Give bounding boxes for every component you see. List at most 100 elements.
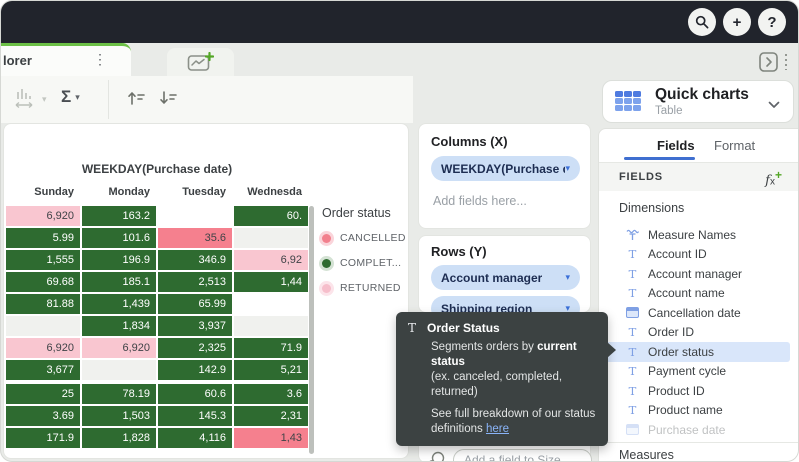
column-header[interactable]: Monday (82, 186, 156, 202)
search-button[interactable] (688, 8, 716, 36)
table-cell[interactable]: 81.88 (6, 294, 80, 314)
table-cell[interactable]: 1,43 (234, 428, 308, 448)
columns-drop-target[interactable]: Add fields here... (433, 194, 527, 208)
collapse-panel-button[interactable] (756, 50, 792, 74)
sort-descending-button[interactable] (158, 89, 178, 107)
table-cell[interactable] (158, 206, 232, 226)
table-cell[interactable] (234, 316, 308, 336)
dimension-item[interactable]: TProduct name (599, 401, 799, 421)
table-cell[interactable] (6, 316, 80, 336)
table-cell[interactable]: 142.9 (158, 360, 232, 380)
dimension-item[interactable]: TOrder ID (599, 323, 799, 343)
color-legend: Order status CANCELLEDCOMPLET...RETURNED (322, 206, 409, 307)
table-cell[interactable]: 4,116 (158, 428, 232, 448)
table-cell[interactable]: 5,21 (234, 360, 308, 380)
table-cell[interactable]: 78.19 (82, 384, 156, 404)
dimension-item[interactable]: TProduct ID (599, 381, 799, 401)
tab-explorer[interactable]: lorer ⋮ (0, 43, 131, 76)
legend-item[interactable]: RETURNED (322, 282, 409, 294)
table-cell[interactable]: 101.6 (82, 228, 156, 248)
table-cell[interactable]: 60.6 (158, 384, 232, 404)
table-cell[interactable] (234, 294, 308, 314)
tab-menu-icon[interactable]: ⋮ (93, 51, 107, 68)
chevron-down-icon[interactable]: ▾ (565, 163, 570, 174)
table-cell[interactable]: 35.6 (158, 228, 232, 248)
dimension-item[interactable]: TAccount name (599, 284, 799, 304)
fields-section-header: FIELDS fx+ (599, 163, 799, 191)
table-cell[interactable] (234, 228, 308, 248)
aggregate-button[interactable]: Σ ▾ (61, 87, 80, 107)
table-cell[interactable]: 2,31 (234, 406, 308, 426)
table-cell[interactable]: 25 (6, 384, 80, 404)
table-cell[interactable] (82, 360, 156, 380)
chart-type-picker[interactable]: Quick charts Table (602, 80, 794, 123)
dimension-item[interactable]: Purchase date (599, 420, 799, 440)
table-cell[interactable]: 163.2 (82, 206, 156, 226)
field-pill[interactable]: WEEKDAY(Purchase date)▾ (431, 156, 580, 181)
tab-format[interactable]: Format (714, 138, 755, 153)
dimension-item[interactable]: Measure Names (599, 225, 799, 245)
chevron-down-icon[interactable]: ▾ (565, 272, 570, 283)
table-cell[interactable]: 1,503 (82, 406, 156, 426)
column-header[interactable]: Wednesda (234, 186, 308, 202)
table-cell[interactable]: 185.1 (82, 272, 156, 292)
table-cell[interactable]: 145.3 (158, 406, 232, 426)
table-cell[interactable]: 1,834 (82, 316, 156, 336)
toolbar-divider (108, 80, 109, 119)
legend-item[interactable]: CANCELLED (322, 232, 409, 244)
table-cell[interactable]: 3.6 (234, 384, 308, 404)
table-cell[interactable]: 6,92 (234, 250, 308, 270)
table-cell[interactable]: 6,920 (6, 338, 80, 358)
new-chart-tab-button[interactable] (167, 48, 234, 76)
table-cell[interactable]: 196.9 (82, 250, 156, 270)
table-cell[interactable]: 60. (234, 206, 308, 226)
table-cell[interactable]: 3,937 (158, 316, 232, 336)
dimension-item[interactable]: TOrder status (605, 342, 790, 362)
column-header[interactable]: Tuesday (158, 186, 232, 202)
help-button[interactable]: ? (758, 8, 786, 36)
table-cell[interactable]: 1,828 (82, 428, 156, 448)
table-scrollbar[interactable] (309, 206, 314, 454)
add-button[interactable]: + (723, 8, 751, 36)
size-mark-row (427, 449, 592, 462)
dimension-label: Account name (648, 286, 725, 300)
dimensions-list: Measure NamesTAccount IDTAccount manager… (599, 225, 799, 440)
sort-ascending-button[interactable] (126, 89, 146, 107)
column-header[interactable]: Sunday (6, 186, 80, 202)
dimension-item[interactable]: TAccount ID (599, 245, 799, 265)
chart-type-button[interactable]: ▾ (14, 87, 47, 111)
table-cell[interactable]: 65.99 (158, 294, 232, 314)
tooltip-footer: See full breakdown of our status definit… (431, 407, 596, 437)
table-cell[interactable]: 346.9 (158, 250, 232, 270)
table-cell[interactable]: 1,439 (82, 294, 156, 314)
table-cell[interactable]: 3,677 (6, 360, 80, 380)
top-bar: + ? (1, 1, 798, 43)
table-cell[interactable]: 6,920 (82, 338, 156, 358)
table-cell[interactable]: 1,44 (234, 272, 308, 292)
legend-label: RETURNED (340, 282, 401, 294)
table-cell[interactable]: 71.9 (234, 338, 308, 358)
dimension-label: Order ID (648, 325, 694, 339)
text-field-icon: T (626, 384, 639, 398)
dimension-item[interactable]: TAccount manager (599, 264, 799, 284)
toolbar: ▾ Σ ▾ (1, 76, 413, 123)
table-cell[interactable]: 5.99 (6, 228, 80, 248)
table-cell[interactable]: 6,920 (6, 206, 80, 226)
table-cell[interactable]: 2,513 (158, 272, 232, 292)
field-pill[interactable]: Account manager▾ (431, 265, 580, 290)
table-cell[interactable]: 3.69 (6, 406, 80, 426)
table-cell[interactable]: 69.68 (6, 272, 80, 292)
add-calculated-field-button[interactable]: fx+ (765, 168, 782, 188)
dimension-item[interactable]: Cancellation date (599, 303, 799, 323)
size-field-input[interactable] (453, 449, 592, 462)
measures-label: Measures (619, 448, 674, 462)
tab-fields[interactable]: Fields (657, 138, 695, 153)
chevron-down-icon (768, 96, 780, 114)
table-cell[interactable]: 2,325 (158, 338, 232, 358)
table-row: 3.691,503145.32,31 (6, 406, 308, 426)
definitions-link[interactable]: here (486, 423, 509, 435)
table-cell[interactable]: 1,555 (6, 250, 80, 270)
legend-item[interactable]: COMPLET... (322, 257, 409, 269)
table-cell[interactable]: 171.9 (6, 428, 80, 448)
dimension-item[interactable]: TPayment cycle (599, 362, 799, 382)
